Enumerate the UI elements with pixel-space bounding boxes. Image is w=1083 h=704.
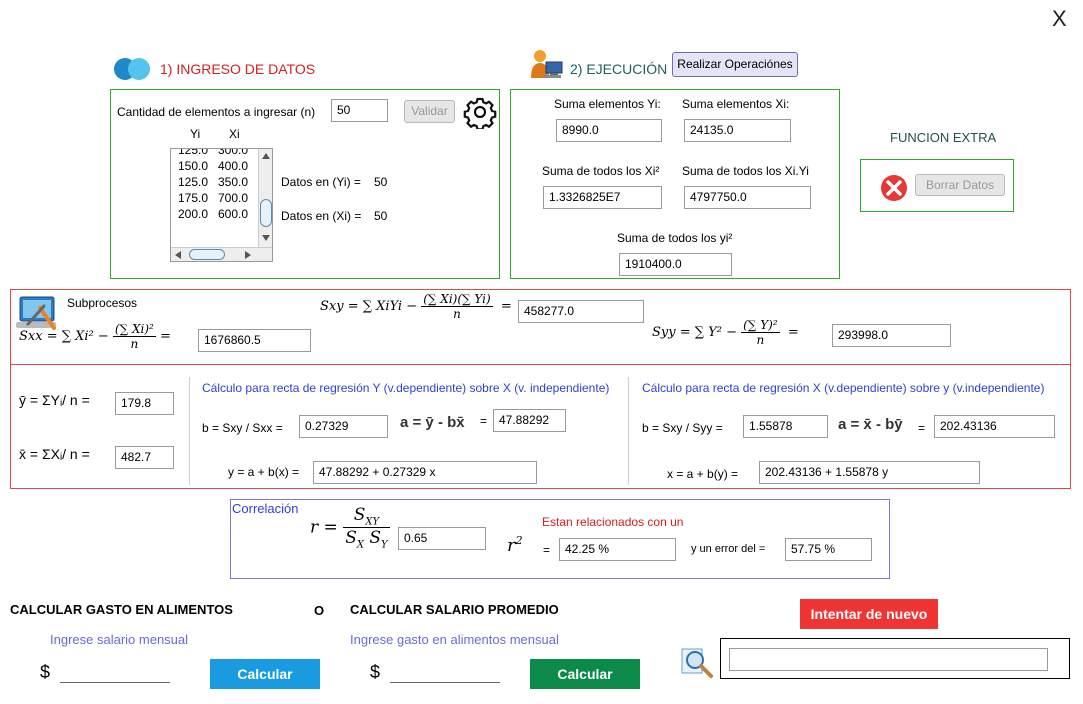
list-item[interactable]: 175.0 700.0	[171, 190, 259, 206]
gasto-title: CALCULAR GASTO EN ALIMENTOS	[10, 602, 233, 617]
regresion-y-a-equals: =	[480, 414, 488, 428]
scroll-right-icon[interactable]	[245, 251, 251, 259]
horizontal-scrollbar[interactable]	[171, 247, 272, 261]
ybar-label: ȳ = ΣYᵢ/ n =	[19, 392, 90, 408]
scroll-up-icon[interactable]	[262, 153, 270, 159]
ybar-field[interactable]: 179.8	[115, 392, 174, 415]
dollar-sign: $	[40, 662, 51, 682]
suma-xiyi-field[interactable]: 4797750.0	[684, 186, 811, 209]
sxy-field[interactable]: 458277.0	[518, 300, 644, 323]
sxy-formula: Sxy = ∑ XiYi − (∑ Xi)(∑ Yi) n =	[320, 292, 512, 321]
salario-title: CALCULAR SALARIO PROMEDIO	[350, 602, 559, 617]
datos-xi-label: Datos en (Xi) =	[281, 209, 362, 223]
scroll-hthumb[interactable]	[189, 249, 225, 260]
suma-yi-field[interactable]: 8990.0	[556, 119, 662, 142]
error-label: y un error del =	[691, 543, 766, 555]
validar-button[interactable]: Validar	[404, 100, 455, 123]
list-item[interactable]: 125.0 350.0	[171, 174, 259, 190]
scroll-down-icon[interactable]	[262, 235, 270, 241]
data-list[interactable]: 125.0 300.0 150.0 400.0 125.0 350.0 175.0 70…	[170, 148, 273, 262]
relacionados-label: Estan relacionados con un	[542, 515, 684, 529]
gasto-hint: Ingrese salario mensual	[50, 632, 189, 647]
suma-yi2-label: Suma de todos los yi²	[617, 231, 733, 245]
extra-title: FUNCION EXTRA	[890, 130, 997, 145]
r2-field[interactable]: 42.25 %	[559, 538, 676, 561]
regresion-y-a-label: a = ȳ - bx̄	[400, 414, 465, 431]
r2-symbol: r2	[507, 534, 523, 556]
regresion-y-a-field[interactable]: 47.88292	[493, 409, 566, 432]
regresion-x-title: Cálculo para recta de regresión X (v.dep…	[642, 381, 1045, 395]
regresion-y-title: Cálculo para recta de regresión Y (v.dep…	[202, 381, 610, 395]
scroll-left-icon[interactable]	[175, 251, 181, 259]
column-divider	[189, 377, 190, 485]
borrar-datos-button[interactable]: Borrar Datos	[915, 174, 1005, 196]
r-formula: r = SXY SX SY	[310, 505, 390, 551]
salario-input[interactable]	[60, 663, 170, 683]
suma-xi2-label: Suma de todos los Xi²	[542, 164, 660, 178]
regresion-x-b-field[interactable]: 1.55878	[743, 415, 828, 438]
datos-yi-label: Datos en (Yi) =	[281, 175, 361, 189]
calcular-gasto-button[interactable]: Calcular	[210, 659, 320, 689]
correlacion-title: Correlación	[232, 501, 299, 516]
suma-xi2-field[interactable]: 1.3326825E7	[543, 186, 662, 209]
cantidad-input[interactable]: 50	[331, 99, 388, 122]
delete-icon	[880, 174, 908, 202]
salario-hint: Ingrese gasto en alimentos mensual	[350, 632, 559, 647]
regresion-x-b-label: b = Sxy / Syy =	[642, 421, 723, 435]
regresion-y-b-field[interactable]: 0.27329	[299, 415, 388, 438]
regresion-x-eq-label: x = a + b(y) =	[667, 467, 739, 481]
ingreso-title: 1) INGRESO DE DATOS	[160, 61, 316, 77]
regresion-y-eq-label: y = a + b(x) =	[228, 465, 300, 479]
subprocesos-title: Subprocesos	[67, 296, 138, 310]
column-divider	[628, 377, 629, 485]
xbar-label: x̄ = ΣXᵢ/ n =	[19, 446, 90, 462]
gasto-input[interactable]	[390, 663, 500, 683]
calcular-salario-button[interactable]: Calcular	[530, 659, 640, 689]
close-button[interactable]: X	[1052, 6, 1067, 32]
datos-xi-value: 50	[374, 209, 388, 223]
suma-yi2-field[interactable]: 1910400.0	[619, 253, 732, 276]
dollar-sign: $	[370, 662, 381, 682]
suma-xiyi-label: Suma de todos los Xi.Yi	[682, 164, 809, 178]
suma-xi-field[interactable]: 24135.0	[684, 119, 791, 142]
regresion-y-eq-field[interactable]: 47.88292 + 0.27329 x	[313, 461, 537, 484]
list-item[interactable]: 125.0 300.0	[171, 149, 259, 158]
regresion-y-b-label: b = Sxy / Sxx =	[202, 421, 283, 435]
regresion-x-a-label: a = x̄ - bȳ	[838, 416, 903, 433]
r-field[interactable]: 0.65	[398, 527, 486, 550]
datos-yi-value: 50	[374, 175, 388, 189]
ejecucion-panel	[510, 89, 840, 279]
regresion-x-a-field[interactable]: 202.43136	[934, 415, 1055, 438]
suma-yi-label: Suma elementos Yi:	[554, 97, 661, 111]
scroll-thumb[interactable]	[260, 199, 272, 227]
sxx-field[interactable]: 1676860.5	[198, 329, 311, 352]
error-field[interactable]: 57.75 %	[785, 538, 872, 561]
o-separator: O	[314, 603, 325, 618]
toggle-icon	[113, 56, 153, 82]
cantidad-label: Cantidad de elementos a ingresar (n)	[117, 105, 316, 119]
syy-field[interactable]: 293998.0	[832, 324, 951, 347]
regresion-x-a-equals: =	[918, 421, 926, 435]
vertical-scrollbar[interactable]	[258, 149, 272, 247]
list-item[interactable]: 200.0 600.0	[171, 206, 259, 222]
realizar-operaciones-button[interactable]: Realizar Operaciónes	[672, 52, 798, 77]
gear-icon[interactable]	[463, 95, 497, 131]
ejecucion-title: 2) EJECUCIÓN	[570, 61, 668, 77]
column-yi-header: Yi	[190, 127, 201, 141]
user-computer-icon	[528, 48, 564, 80]
list-item[interactable]: 150.0 400.0	[171, 158, 259, 174]
regresion-x-eq-field[interactable]: 202.43136 + 1.55878 y	[759, 461, 980, 484]
result-field[interactable]	[729, 648, 1048, 671]
subprocesos-divider	[11, 364, 1070, 365]
suma-xi-label: Suma elementos Xi:	[682, 97, 790, 111]
intentar-button[interactable]: Intentar de nuevo	[800, 599, 938, 629]
xbar-field[interactable]: 482.7	[115, 446, 174, 469]
sxx-formula: Sxx = ∑ Xi² − (∑ Xi)² n =	[19, 322, 171, 351]
magnifier-icon	[680, 645, 714, 679]
syy-formula: Syy = ∑ Y² − (∑ Y)² n =	[652, 318, 799, 347]
column-xi-header: Xi	[229, 127, 240, 141]
r2-equals: =	[543, 543, 551, 557]
